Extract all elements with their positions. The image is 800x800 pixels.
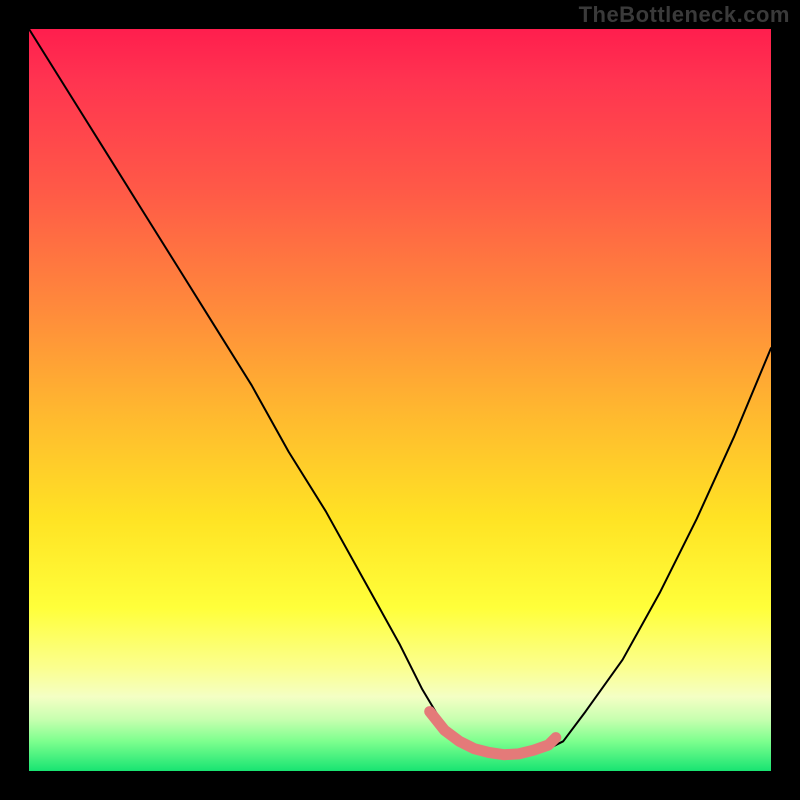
curve-svg — [29, 29, 771, 771]
bottleneck-curve — [29, 29, 771, 756]
watermark-text: TheBottleneck.com — [579, 2, 790, 28]
chart-frame: TheBottleneck.com — [0, 0, 800, 800]
sweet-spot-highlight — [430, 712, 556, 755]
plot-area — [29, 29, 771, 771]
